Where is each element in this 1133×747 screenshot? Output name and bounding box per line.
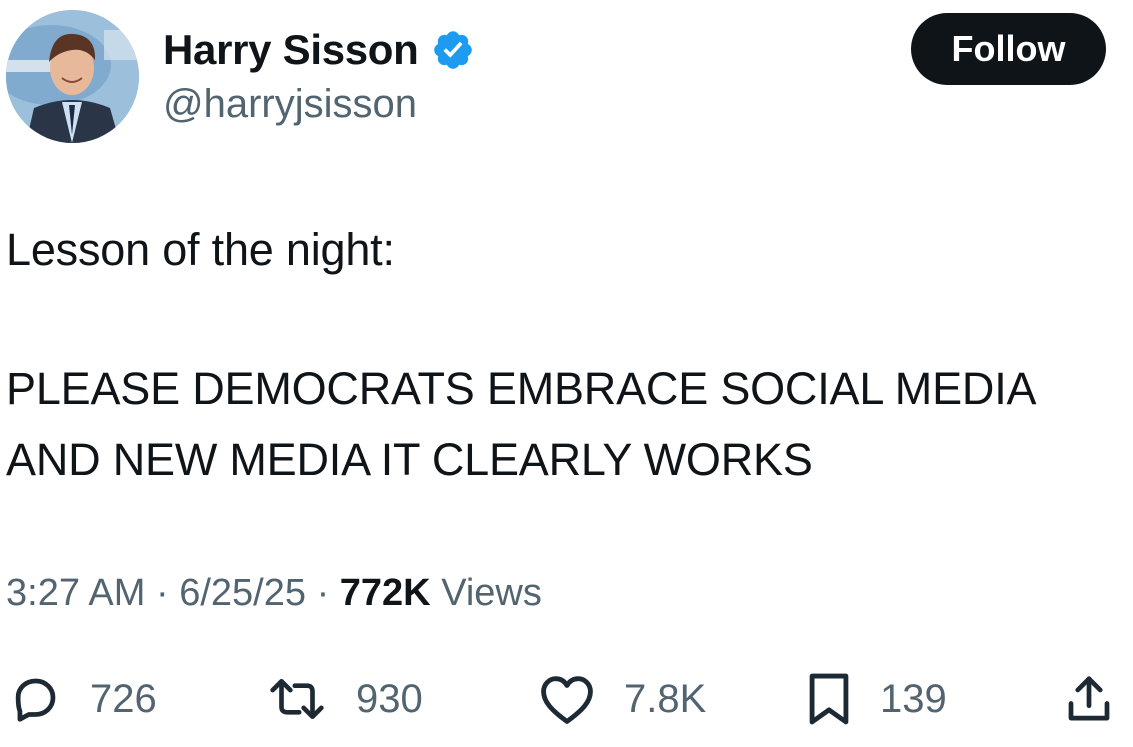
meta-separator: · (316, 572, 340, 614)
bookmark-button[interactable]: 139 (806, 668, 947, 730)
author-handle[interactable]: @harryjsisson (163, 82, 417, 127)
author-display-name[interactable]: Harry Sisson (163, 26, 419, 74)
reply-count: 726 (90, 676, 157, 721)
like-button[interactable]: 7.8K (538, 668, 706, 730)
bookmark-count: 139 (880, 676, 947, 721)
tweet-time[interactable]: 3:27 AM (6, 572, 145, 614)
tweet-text-line: PLEASE DEMOCRATS EMBRACE SOCIAL MEDIA (6, 363, 1037, 414)
avatar[interactable] (6, 10, 139, 143)
tweet-text-line: AND NEW MEDIA IT CLEARLY WORKS (6, 434, 813, 485)
reply-icon (8, 672, 62, 726)
tweet-date[interactable]: 6/25/25 (179, 572, 306, 614)
share-icon (1062, 672, 1116, 726)
tweet-text-line: Lesson of the night: (6, 224, 395, 275)
reply-button[interactable]: 726 (8, 668, 157, 730)
views-count: 772K (339, 572, 431, 614)
views-label: Views (441, 572, 542, 614)
verified-badge-icon[interactable] (431, 28, 475, 72)
meta-separator: · (155, 572, 180, 614)
bookmark-icon (806, 670, 852, 728)
heart-icon (538, 672, 596, 726)
tweet-meta: 3:27 AM · 6/25/25 · 772K Views (6, 572, 542, 615)
avatar-photo (6, 10, 139, 143)
like-count: 7.8K (624, 676, 707, 721)
repost-count: 930 (356, 676, 423, 721)
repost-button[interactable]: 930 (266, 668, 423, 730)
repost-icon (266, 672, 328, 726)
share-button[interactable] (1062, 668, 1116, 730)
author-name-row: Harry Sisson (163, 24, 475, 76)
follow-button[interactable]: Follow (911, 13, 1106, 85)
